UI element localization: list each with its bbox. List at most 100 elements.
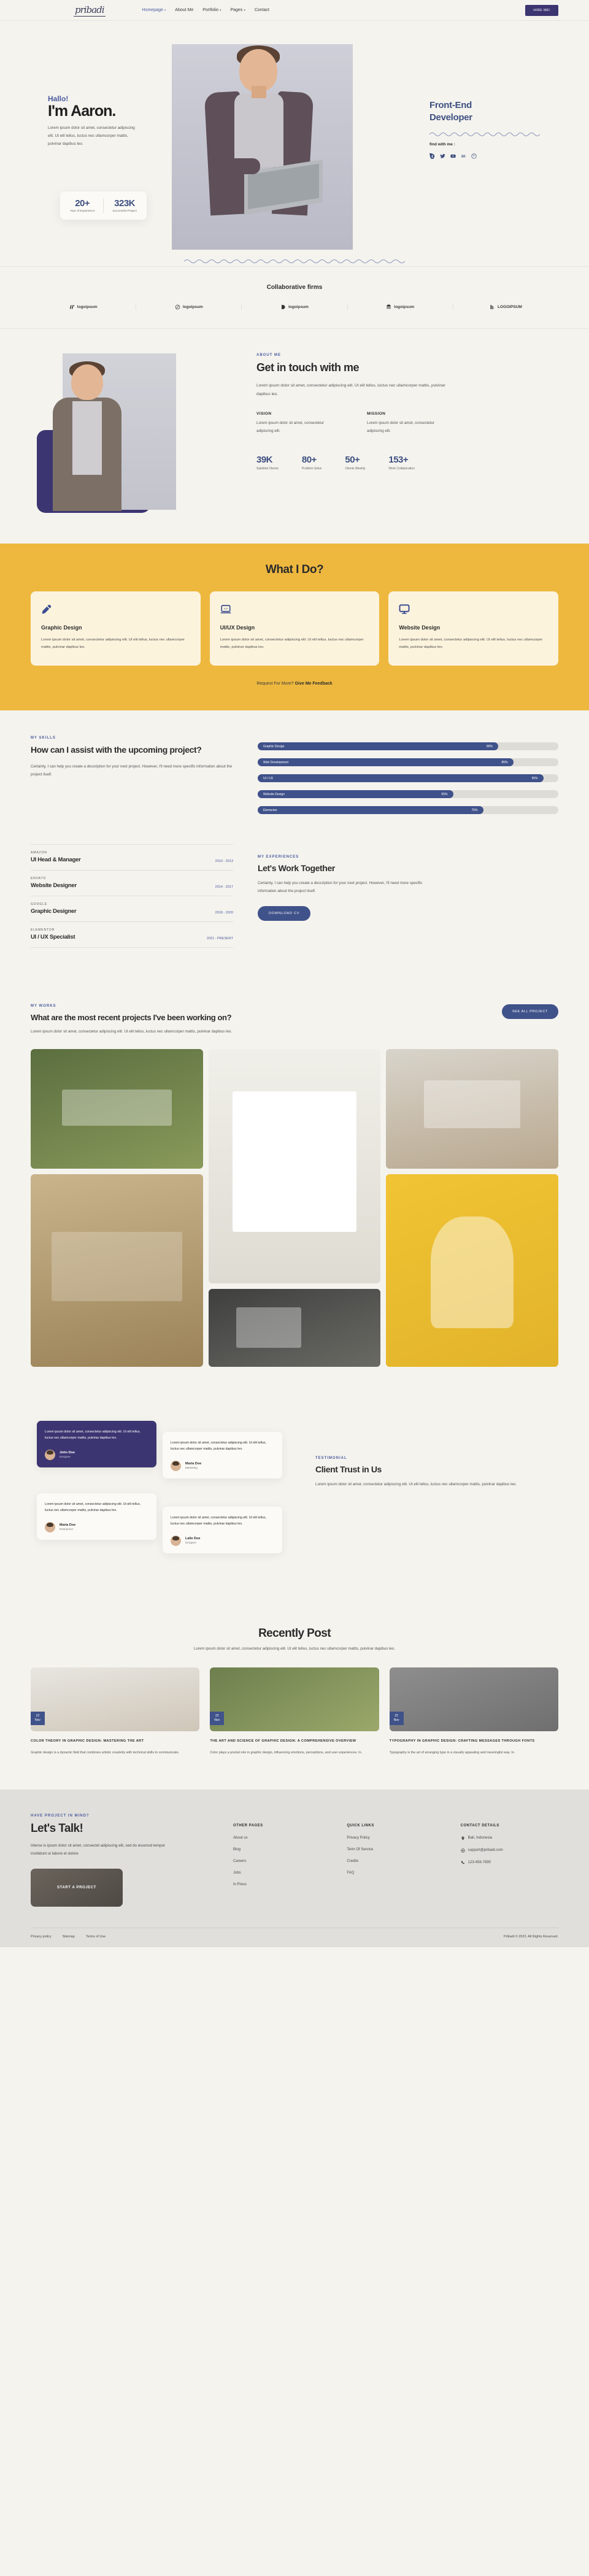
- chevron-down-icon: ▾: [244, 8, 245, 12]
- testimonial-card[interactable]: Lorem ipsum dolor sit amet, consectetur …: [163, 1431, 282, 1478]
- svg-text:Bē: Bē: [461, 155, 466, 158]
- testimonial-card[interactable]: Lorem ipsum dolor sit amet, consectetur …: [37, 1420, 156, 1467]
- see-all-project-button[interactable]: SEE ALL PROJECT: [501, 1004, 558, 1020]
- footer-link-label: Bali, Indonesia: [468, 1836, 493, 1840]
- work-tile[interactable]: [31, 1048, 203, 1169]
- service-card[interactable]: <> UI/UX Design Lorem ipsum dolor sit am…: [209, 591, 380, 666]
- experience-heading: Let's Work Together: [258, 863, 335, 874]
- footer-link[interactable]: Jobs: [233, 1871, 331, 1875]
- skills-title: How can I assist with the upcoming proje…: [31, 745, 202, 755]
- partner-logo[interactable]: logoipsum: [31, 304, 136, 310]
- testimonial-card[interactable]: Lorem ipsum dolor sit amet, consectetur …: [37, 1493, 156, 1540]
- squiggle-divider-icon: [429, 129, 541, 136]
- blog-post-card[interactable]: 22 Nov THE ART AND SCIENCE OF GRAPHIC DES…: [210, 1667, 379, 1756]
- footer-link-label: About us: [233, 1836, 248, 1840]
- testimonial-name: Lalle Doe: [185, 1537, 201, 1541]
- start-a-project-button[interactable]: START A PROJECT: [31, 1868, 123, 1907]
- experience-years: 2021 - PRESENT: [206, 937, 233, 941]
- partner-logo[interactable]: logoipsum: [347, 304, 453, 310]
- hero-section: Hallo! I'm Aaron. Lorem ipsum dolor sit …: [0, 21, 589, 266]
- work-tile[interactable]: [208, 1048, 381, 1283]
- blog-post-date: 22 Nov: [31, 1712, 45, 1726]
- about-stat-item: 50+ Clients Weekly: [345, 455, 365, 471]
- nav-item-portfolio[interactable]: Portfolio ▾: [202, 8, 221, 12]
- footer-column-heading: QUICK LINKS: [347, 1823, 374, 1828]
- twitter-icon[interactable]: [440, 151, 445, 158]
- skill-bar-percent: 85%: [501, 760, 508, 764]
- about-title: Get in touch with me: [256, 361, 360, 374]
- works-section: MY WORKS What are the most recent projec…: [31, 978, 558, 1398]
- facebook-icon[interactable]: [428, 151, 435, 161]
- experience-eyebrow: MY EXPERIENCES: [258, 855, 299, 859]
- footer-bottom-link[interactable]: Privacy policy: [31, 1935, 52, 1939]
- hero-greeting: Hallo!: [48, 94, 69, 103]
- site-logo[interactable]: pribadi: [74, 4, 106, 17]
- pinterest-icon[interactable]: [471, 151, 477, 159]
- work-tile[interactable]: [208, 1288, 381, 1367]
- footer-link-label: 123-456-7890: [468, 1861, 491, 1865]
- blog-post-card[interactable]: 22 Nov TYPOGRAPHY IN GRAPHIC DESIGN: CRAF…: [389, 1667, 558, 1756]
- about-paragraph: Lorem ipsum dolor sit amet, consectetur …: [256, 383, 445, 396]
- footer-link[interactable]: Term Of Service: [347, 1848, 444, 1851]
- footer-link[interactable]: Privacy Policy: [347, 1836, 444, 1840]
- testimonial-text: Lorem ipsum dolor sit amet, consectetur …: [171, 1440, 266, 1451]
- hero-role-line1: Front-End: [429, 100, 472, 110]
- partner-logo[interactable]: logoipsum: [136, 304, 241, 310]
- behance-icon[interactable]: Bē: [461, 151, 466, 158]
- experience-years: 2014 - 2017: [215, 885, 233, 890]
- footer-contact-email[interactable]: support@pribadi.com: [460, 1848, 558, 1853]
- chevron-down-icon: ▾: [164, 8, 166, 12]
- skill-bar-name: Elementor: [263, 808, 277, 812]
- footer-bottom-link[interactable]: Sitemap: [63, 1935, 75, 1939]
- testimonial-card[interactable]: Lorem ipsum dolor sit amet, consectetur …: [163, 1506, 282, 1553]
- bars-mark-icon: [490, 304, 495, 310]
- footer-link[interactable]: FAQ: [347, 1871, 444, 1875]
- footer-link[interactable]: In Press: [233, 1883, 331, 1886]
- footer-link-label: Jobs: [233, 1870, 241, 1875]
- youtube-icon[interactable]: [450, 151, 456, 158]
- hire-me-button[interactable]: HIRE ME!: [525, 4, 558, 16]
- service-card-title: UI/UX Design: [220, 625, 255, 631]
- skill-bar-percent: 65%: [441, 792, 448, 796]
- nav-item-homepage[interactable]: Homepage ▾: [142, 8, 166, 12]
- slashes-mark-icon: [69, 304, 75, 310]
- avatar: [45, 1521, 55, 1532]
- nav-item-pages[interactable]: Pages ▾: [230, 8, 245, 12]
- download-cv-button[interactable]: DOWNLOAD CV: [258, 906, 311, 921]
- give-feedback-link[interactable]: Give Me Feedback: [295, 682, 333, 686]
- work-tile[interactable]: [31, 1174, 203, 1367]
- about-stat-value: 80+: [301, 455, 317, 466]
- footer-contact-location[interactable]: Bali, Indonesia: [461, 1836, 558, 1840]
- footer-link[interactable]: Blog: [233, 1848, 331, 1851]
- service-card[interactable]: Graphic Design Lorem ipsum dolor sit ame…: [31, 591, 201, 666]
- footer-column-heading: OTHER PAGES: [233, 1823, 263, 1828]
- footer-column-quick-links: QUICK LINKS Privacy Policy Term Of Servi…: [347, 1824, 444, 1907]
- footer-link-label: Careers: [233, 1859, 247, 1863]
- social-links: Bē: [428, 151, 540, 161]
- work-tile[interactable]: [386, 1048, 558, 1169]
- footer-contact-phone[interactable]: 123-456-7890: [461, 1861, 558, 1865]
- site-footer: HAVE PROJECT IN MIND? Let's Talk! Inters…: [0, 1789, 589, 1947]
- phone-icon: [461, 1861, 465, 1865]
- nav-item-label: Contact: [254, 8, 269, 12]
- partner-logo[interactable]: logoipsum: [241, 304, 347, 310]
- about-eyebrow: ABOUT ME: [256, 353, 281, 357]
- nav-item-contact[interactable]: Contact: [255, 8, 269, 12]
- skill-bar-name: Graphic Design: [263, 744, 285, 748]
- nav-item-about-me[interactable]: About Me: [175, 8, 193, 12]
- service-card-text: Lorem ipsum dolor sit amet, consectetur …: [399, 638, 543, 650]
- service-card[interactable]: Website Design Lorem ipsum dolor sit ame…: [388, 591, 559, 666]
- footer-bottom-link[interactable]: Terms of Use: [86, 1935, 106, 1939]
- hero-stat-item: 323K Successful Project: [103, 198, 137, 213]
- footer-link[interactable]: Credits: [347, 1859, 444, 1863]
- footer-link[interactable]: Careers: [233, 1859, 331, 1863]
- blog-post-card[interactable]: 22 Nov COLOR THEORY IN GRAPHIC DESIGN: MA…: [31, 1667, 200, 1756]
- work-tile[interactable]: [386, 1174, 558, 1367]
- partner-logo[interactable]: LOGOIPSUM: [452, 304, 558, 310]
- skill-bar-name: Website Design: [263, 792, 285, 796]
- service-card-title: Graphic Design: [41, 625, 82, 631]
- partner-logo-label: logoipsum: [182, 305, 203, 309]
- blog-post-thumbnail: 22 Nov: [210, 1667, 379, 1732]
- footer-link[interactable]: About us: [233, 1836, 331, 1840]
- hero-description: Lorem ipsum dolor sit amet, consectetur …: [48, 126, 135, 147]
